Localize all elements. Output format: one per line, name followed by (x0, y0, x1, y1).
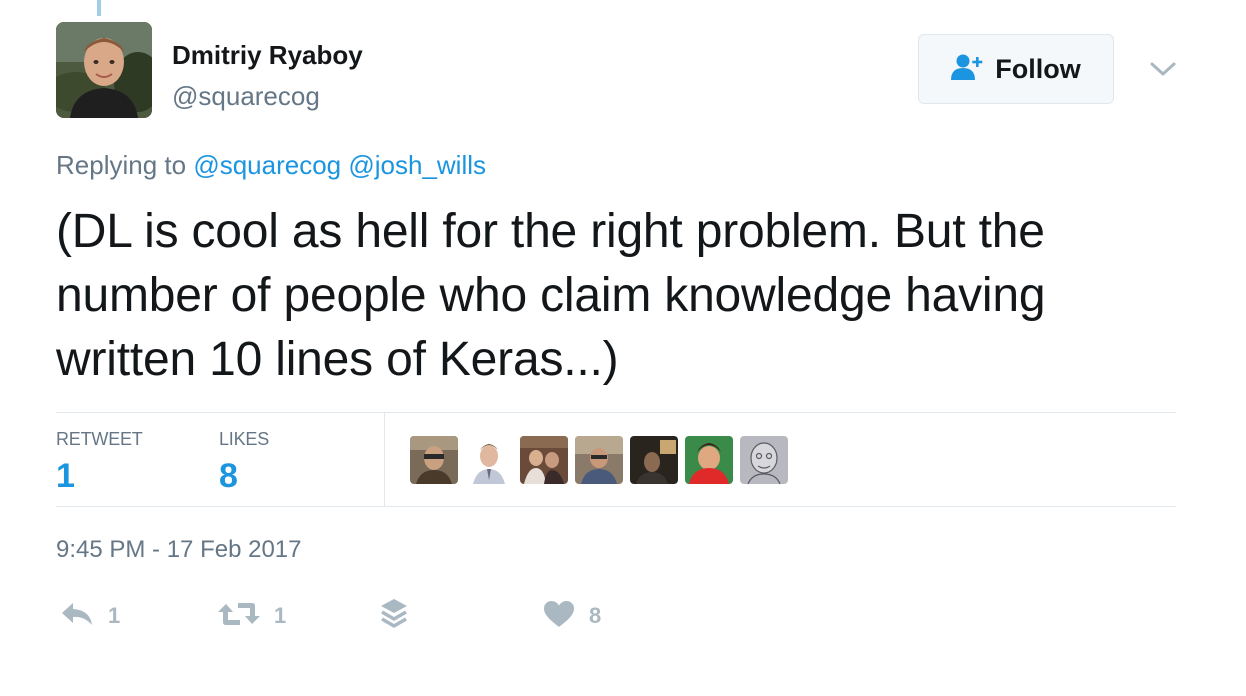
tweet-stats: RETWEET 1 LIKES 8 (56, 413, 1176, 506)
liker-avatar[interactable] (575, 436, 623, 484)
divider (56, 506, 1176, 507)
more-options-chevron-down-icon[interactable] (1148, 56, 1178, 82)
reply-button[interactable]: 1 (60, 596, 120, 636)
retweet-stat-count: 1 (56, 457, 75, 495)
liker-avatar[interactable] (630, 436, 678, 484)
like-button[interactable]: 8 (543, 596, 601, 636)
tweet-text: (DL is cool as hell for the right proble… (56, 205, 1046, 386)
add-to-moment-button[interactable] (379, 596, 409, 636)
author-handle[interactable]: @squarecog (172, 81, 320, 112)
follow-button[interactable]: Follow (918, 34, 1114, 104)
tweet-timestamp[interactable]: 9:45 PM - 17 Feb 2017 (56, 536, 301, 564)
likes-stat[interactable]: LIKES 8 (219, 413, 339, 506)
like-count: 8 (589, 603, 602, 628)
heart-icon (543, 600, 575, 633)
thread-connector-line (97, 0, 101, 16)
retweet-stat[interactable]: RETWEET 1 (56, 413, 196, 506)
liker-avatar[interactable] (685, 436, 733, 484)
follow-button-label: Follow (995, 53, 1081, 84)
retweet-stat-label: RETWEET (56, 429, 143, 449)
stack-icon (379, 597, 409, 636)
mention-link[interactable]: @squarecog (193, 150, 341, 180)
liker-avatar[interactable] (410, 436, 458, 484)
mention-link[interactable]: @josh_wills (348, 150, 486, 180)
retweet-button[interactable]: 1 (218, 596, 286, 636)
likes-stat-count: 8 (219, 457, 238, 495)
retweet-icon (218, 600, 260, 633)
reply-context-prefix: Replying to (56, 150, 187, 180)
author-avatar-image (56, 22, 152, 118)
reply-icon (60, 601, 94, 632)
author-avatar[interactable] (56, 22, 152, 118)
author-name[interactable]: Dmitriy Ryaboy (172, 40, 363, 71)
stats-separator (384, 413, 385, 506)
reply-context: Replying to @squarecog @josh_wills (56, 150, 486, 181)
follow-user-icon (951, 53, 985, 86)
liker-avatar[interactable] (465, 436, 513, 484)
reply-count: 1 (108, 603, 121, 628)
liker-avatar[interactable] (740, 436, 788, 484)
retweet-count: 1 (274, 603, 287, 628)
likers-avatars (410, 436, 788, 484)
likes-stat-label: LIKES (219, 429, 270, 449)
liker-avatar[interactable] (520, 436, 568, 484)
